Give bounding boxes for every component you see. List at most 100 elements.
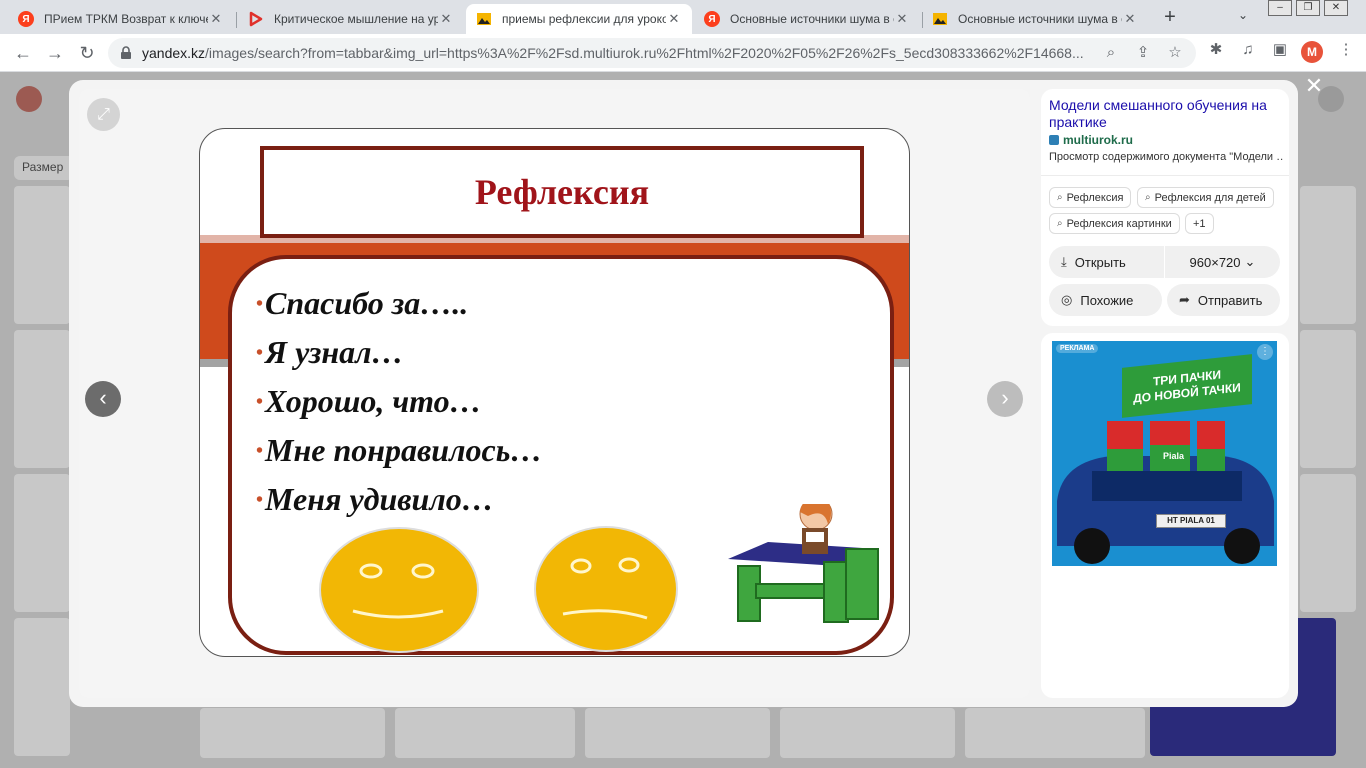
similar-images-button[interactable]: ◎ Похожие — [1049, 284, 1162, 316]
thumbnail — [14, 474, 70, 612]
thumbnail — [965, 708, 1145, 758]
tab-separator — [236, 12, 237, 28]
tag-chip[interactable]: ⌕ Рефлексия для детей — [1137, 187, 1274, 208]
car-illustration — [1057, 421, 1274, 564]
image-icon — [932, 11, 948, 27]
browser-toolbar: ← → ↻ yandex.kz/images/search?from=tabba… — [0, 34, 1366, 72]
close-icon[interactable]: ✕ — [894, 11, 910, 27]
share-arrow-icon: ➦ — [1179, 292, 1190, 307]
expand-icon[interactable]: ⤢ — [87, 98, 120, 131]
camera-search-icon: ◎ — [1061, 292, 1073, 307]
yandex-icon: Я — [704, 11, 720, 27]
phrase-item: •Хорошо, что… — [256, 383, 482, 419]
tab-title: приемы рефлексии для уроков с — [502, 12, 666, 26]
extensions-icon[interactable]: ✱ — [1206, 40, 1226, 60]
thumbnail — [1300, 474, 1356, 612]
tab-title: Основные источники шума в окр — [730, 12, 894, 26]
share-icon[interactable]: ⇪ — [1134, 44, 1152, 62]
ad-banner[interactable]: РЕКЛАМА ⋮ ТРИ ПАЧКИ ДО НОВОЙ ТАЧКИ Piala … — [1052, 341, 1277, 566]
back-button[interactable]: ← — [10, 40, 36, 66]
more-tags-chip[interactable]: +1 — [1185, 213, 1214, 234]
close-icon[interactable]: ✕ — [1304, 75, 1324, 97]
phrase-list: •Спасибо за….. •Я узнал… •Хорошо, что… •… — [256, 279, 542, 524]
sad-face-icon — [534, 526, 678, 652]
tab-1[interactable]: Я ПРием ТРКМ Возврат к ключевым ✕ — [8, 4, 234, 34]
thumbnail — [585, 708, 770, 758]
source-site-link[interactable]: multiurok.ru — [1049, 133, 1133, 147]
chevron-down-icon: ⌄ — [1244, 254, 1256, 269]
size-filter: Размер — [14, 156, 74, 180]
image-icon — [476, 11, 492, 27]
thumbnail — [1300, 186, 1356, 324]
window-controls: – ❐ ✕ — [1268, 0, 1352, 16]
thumbnail — [14, 330, 70, 468]
tab-4[interactable]: Я Основные источники шума в окр ✕ — [694, 4, 920, 34]
url-text: yandex.kz/images/search?from=tabbar&img_… — [142, 45, 1084, 61]
phrase-item: •Спасибо за….. — [256, 285, 469, 321]
play-icon — [248, 11, 264, 27]
side-panel-icon[interactable]: ▣ — [1270, 40, 1290, 60]
tab-title: ПРием ТРКМ Возврат к ключевым — [44, 12, 208, 26]
phrase-item: •Меня удивило… — [256, 481, 494, 517]
divider — [1041, 175, 1289, 176]
thumbnail — [780, 708, 955, 758]
search-icon: ⌕ — [1057, 218, 1063, 229]
star-icon[interactable]: ☆ — [1166, 44, 1184, 62]
source-preview-text: Просмотр содержимого документа "Модели … — [1049, 151, 1283, 163]
open-image-button[interactable]: ⤓ Открыть — [1049, 246, 1164, 278]
address-bar[interactable]: yandex.kz/images/search?from=tabbar&img_… — [108, 38, 1196, 68]
tag-chip[interactable]: ⌕ Рефлексия картинки — [1049, 213, 1180, 234]
slide-image: Рефлексия •Спасибо за….. •Я узнал… •Хоро… — [199, 128, 910, 657]
tag-chip[interactable]: ⌕ Рефлексия — [1049, 187, 1132, 208]
thumbnail — [395, 708, 575, 758]
yandex-logo — [16, 86, 42, 112]
media-icon[interactable]: ♫ — [1238, 40, 1258, 60]
window-close-button[interactable]: ✕ — [1324, 0, 1348, 16]
pupil-at-desk-illustration — [728, 504, 879, 623]
search-icon: ⌕ — [1145, 192, 1151, 203]
tab-strip: Я ПРием ТРКМ Возврат к ключевым ✕ Критич… — [0, 0, 1366, 34]
license-plate: HT PIALA 01 — [1156, 514, 1226, 528]
search-icon: ⌕ — [1057, 192, 1063, 203]
phrase-item: •Я узнал… — [256, 334, 404, 370]
close-icon[interactable]: ✕ — [438, 11, 454, 27]
phrase-item: •Мне понравилось… — [256, 432, 543, 468]
close-icon[interactable]: ✕ — [208, 11, 224, 27]
source-page-title-link[interactable]: Модели смешанного обучения на практике — [1049, 97, 1281, 131]
tab-2[interactable]: Критическое мышление на уроке ✕ — [238, 4, 464, 34]
prev-image-button[interactable]: ‹ — [85, 381, 121, 417]
close-icon[interactable]: ✕ — [1122, 11, 1138, 27]
forward-button[interactable]: → — [42, 40, 68, 66]
yandex-icon: Я — [18, 11, 34, 27]
happy-face-icon — [319, 527, 479, 653]
slide-title-box: Рефлексия — [260, 146, 864, 238]
next-image-button[interactable]: › — [987, 381, 1023, 417]
tab-3-active[interactable]: приемы рефлексии для уроков с ✕ — [466, 4, 692, 34]
download-icon: ⤓ — [1061, 254, 1067, 269]
more-options-icon[interactable]: ⋮ — [1257, 344, 1273, 360]
thumbnail — [200, 708, 385, 758]
menu-icon[interactable]: ⋮ — [1336, 40, 1356, 60]
tab-title: Критическое мышление на уроке — [274, 12, 438, 26]
tab-title: Основные источники шума в окр — [958, 12, 1122, 26]
reload-button[interactable]: ↻ — [74, 40, 100, 66]
tab-5[interactable]: Основные источники шума в окр ✕ — [922, 4, 1148, 34]
search-icon[interactable]: ⌕ — [1102, 44, 1120, 62]
site-favicon-icon — [1049, 135, 1059, 145]
ad-brand: Piala — [1163, 451, 1185, 461]
thumbnail — [14, 618, 70, 756]
new-tab-button[interactable]: + — [1158, 6, 1182, 30]
lock-icon — [120, 46, 132, 60]
slide-title: Рефлексия — [474, 172, 650, 212]
close-icon[interactable]: ✕ — [666, 11, 682, 27]
minimize-button[interactable]: – — [1268, 0, 1292, 16]
thumbnail — [14, 186, 70, 324]
image-size-dropdown[interactable]: 960×720 ⌄ — [1165, 246, 1280, 278]
profile-avatar[interactable]: M — [1301, 41, 1323, 63]
tab-search-chevron-icon[interactable]: ⌄ — [1238, 8, 1248, 22]
ad-slogan: ТРИ ПАЧКИ ДО НОВОЙ ТАЧКИ — [1122, 354, 1252, 418]
maximize-button[interactable]: ❐ — [1296, 0, 1320, 16]
thumbnail — [1300, 330, 1356, 468]
ad-label: РЕКЛАМА — [1056, 344, 1099, 353]
share-button[interactable]: ➦ Отправить — [1167, 284, 1280, 316]
